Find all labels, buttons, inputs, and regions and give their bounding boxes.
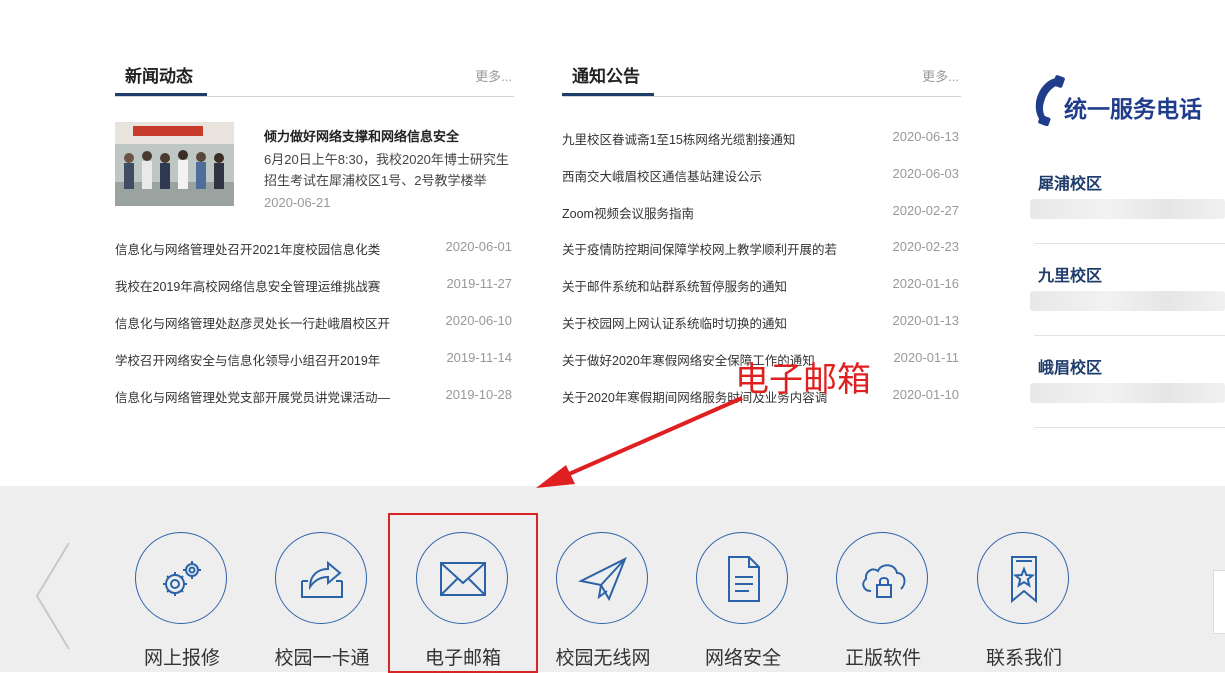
gears-icon [163,561,201,596]
side-widget-edge[interactable] [1213,570,1225,634]
card-share-icon [301,560,343,598]
news-item[interactable]: 信息化与网络管理处召开2021年度校园信息化类 2020-06-01 [115,237,514,261]
app-contact-us[interactable]: 联系我们 [954,532,1094,672]
news-feature[interactable]: 倾力做好网络支撑和网络信息安全 6月20日上午8:30，我校2020年博士研究生… [115,122,514,212]
news-item-title[interactable]: 我校在2019年高校网络信息安全管理运维挑战赛 [115,276,415,295]
campus-emei: 峨眉校区 [1030,336,1225,428]
news-title: 新闻动态 [125,67,193,86]
app-icon-circle[interactable] [556,532,648,624]
news-item[interactable]: 我校在2019年高校网络信息安全管理运维挑战赛 2019-11-27 [115,274,514,298]
notice-item-date: 2020-02-27 [892,203,960,218]
notice-item-date: 2020-01-16 [892,276,960,291]
news-item-title[interactable]: 信息化与网络管理处召开2021年度校园信息化类 [115,239,415,258]
campus-phone-blurred [1030,383,1225,403]
campus-phone-blurred [1030,199,1225,219]
news-item[interactable]: 学校召开网络安全与信息化领导小组召开2019年 2019-11-14 [115,348,514,372]
notice-item-date: 2020-01-13 [892,313,960,328]
notice-header: 通知公告 更多... [562,0,961,97]
news-header: 新闻动态 更多... [115,0,514,97]
cloud-lock-icon [862,564,906,598]
campus-name: 峨眉校区 [1038,360,1103,377]
news-item-date: 2019-11-27 [446,276,512,291]
app-network-security[interactable]: 网络安全 [673,532,813,672]
campus-name: 犀浦校区 [1038,176,1103,193]
app-label[interactable]: 联系我们 [954,643,1094,670]
notice-item[interactable]: 九里校区眷诚斋1至15栋网络光缆割接通知 2020-06-13 [562,127,961,151]
annotation-label: 电子邮箱 [735,361,871,399]
notice-item-date: 2020-01-10 [892,387,960,402]
app-label[interactable]: 正版软件 [813,643,953,670]
service-phone-panel: 统一服务电话 犀浦校区 九里校区 峨眉校区 [1030,60,1225,428]
notice-item[interactable]: 关于疫情防控期间保障学校网上教学顺利开展的若 2020-02-23 [562,237,961,261]
app-online-repair[interactable]: 网上报修 [112,532,252,672]
phone-icon [1030,74,1066,131]
app-wireless[interactable]: 校园无线网 [533,532,673,672]
notice-item-date: 2020-06-13 [892,129,960,144]
notice-title: 通知公告 [572,67,640,86]
app-genuine-software[interactable]: 正版软件 [813,532,953,672]
notice-more-link[interactable]: 更多... [922,66,959,85]
news-item-title[interactable]: 信息化与网络管理处赵彦灵处长一行赴峨眉校区开 [115,313,415,332]
news-item-date: 2020-06-10 [445,313,513,328]
news-feature-image[interactable] [115,122,234,206]
news-item[interactable]: 信息化与网络管理处赵彦灵处长一行赴峨眉校区开 2020-06-10 [115,311,514,335]
prev-arrow-icon[interactable] [33,541,73,656]
notice-item-date: 2020-02-23 [892,239,960,254]
notice-item-date: 2020-01-11 [893,350,959,365]
notice-item-title[interactable]: 西南交大峨眉校区通信基站建设公示 [562,166,862,185]
quick-access-bar: 网上报修 校园一卡通 电子邮箱 校园无线网 网络安全 正版软件 联系我们 [0,486,1225,673]
news-more-link[interactable]: 更多... [475,66,512,85]
news-title-underline [115,93,207,96]
app-icon-circle[interactable] [836,532,928,624]
notice-title-underline [562,93,654,96]
campus-xipu: 犀浦校区 [1030,152,1225,244]
paper-plane-icon [577,556,627,602]
news-item-date: 2019-11-14 [446,350,512,365]
news-feature-date: 2020-06-21 [264,195,331,210]
app-label[interactable]: 校园一卡通 [252,643,392,670]
divider [1034,427,1225,428]
news-item-title[interactable]: 信息化与网络管理处党支部开展党员讲党课活动— [115,387,415,406]
notice-item-title[interactable]: Zoom视频会议服务指南 [562,203,862,222]
app-label[interactable]: 网上报修 [112,643,252,670]
service-phone-title: 统一服务电话 [1064,96,1202,122]
app-label[interactable]: 网络安全 [673,643,813,670]
news-feature-title[interactable]: 倾力做好网络支撑和网络信息安全 [264,126,459,145]
bookmark-star-icon [1011,556,1037,604]
notice-item-title[interactable]: 关于疫情防控期间保障学校网上教学顺利开展的若 [562,239,862,258]
notice-item-title[interactable]: 九里校区眷诚斋1至15栋网络光缆割接通知 [562,129,862,148]
campus-phone-blurred [1030,291,1225,311]
app-campus-card[interactable]: 校园一卡通 [252,532,392,672]
document-icon [728,556,760,602]
email-highlight-box [388,513,538,673]
news-item-date: 2020-06-01 [445,239,513,254]
news-item-date: 2019-10-28 [445,387,513,402]
app-icon-circle[interactable] [977,532,1069,624]
campus-name: 九里校区 [1038,268,1103,285]
app-label[interactable]: 校园无线网 [533,643,673,670]
campus-jiuli: 九里校区 [1030,244,1225,336]
notice-item-date: 2020-06-03 [892,166,960,181]
news-feature-summary: 6月20日上午8:30，我校2020年博士研究生招生考试在犀浦校区1号、2号教学… [264,152,509,188]
app-icon-circle[interactable] [275,532,367,624]
notice-item[interactable]: 关于邮件系统和站群系统暂停服务的通知 2020-01-16 [562,274,961,298]
news-item-title[interactable]: 学校召开网络安全与信息化领导小组召开2019年 [115,350,415,369]
notice-item[interactable]: 关于校园网上网认证系统临时切换的通知 2020-01-13 [562,311,961,335]
notice-item-title[interactable]: 关于邮件系统和站群系统暂停服务的通知 [562,276,862,295]
app-icon-circle[interactable] [696,532,788,624]
notice-item[interactable]: Zoom视频会议服务指南 2020-02-27 [562,201,961,225]
news-section: 新闻动态 更多... 倾力做好网络支撑和网络信息安全 6月20日上午8:30，我… [115,0,514,420]
notice-item[interactable]: 西南交大峨眉校区通信基站建设公示 2020-06-03 [562,164,961,188]
news-item[interactable]: 信息化与网络管理处党支部开展党员讲党课活动— 2019-10-28 [115,385,514,409]
notice-item-title[interactable]: 关于校园网上网认证系统临时切换的通知 [562,313,862,332]
app-icon-circle[interactable] [135,532,227,624]
